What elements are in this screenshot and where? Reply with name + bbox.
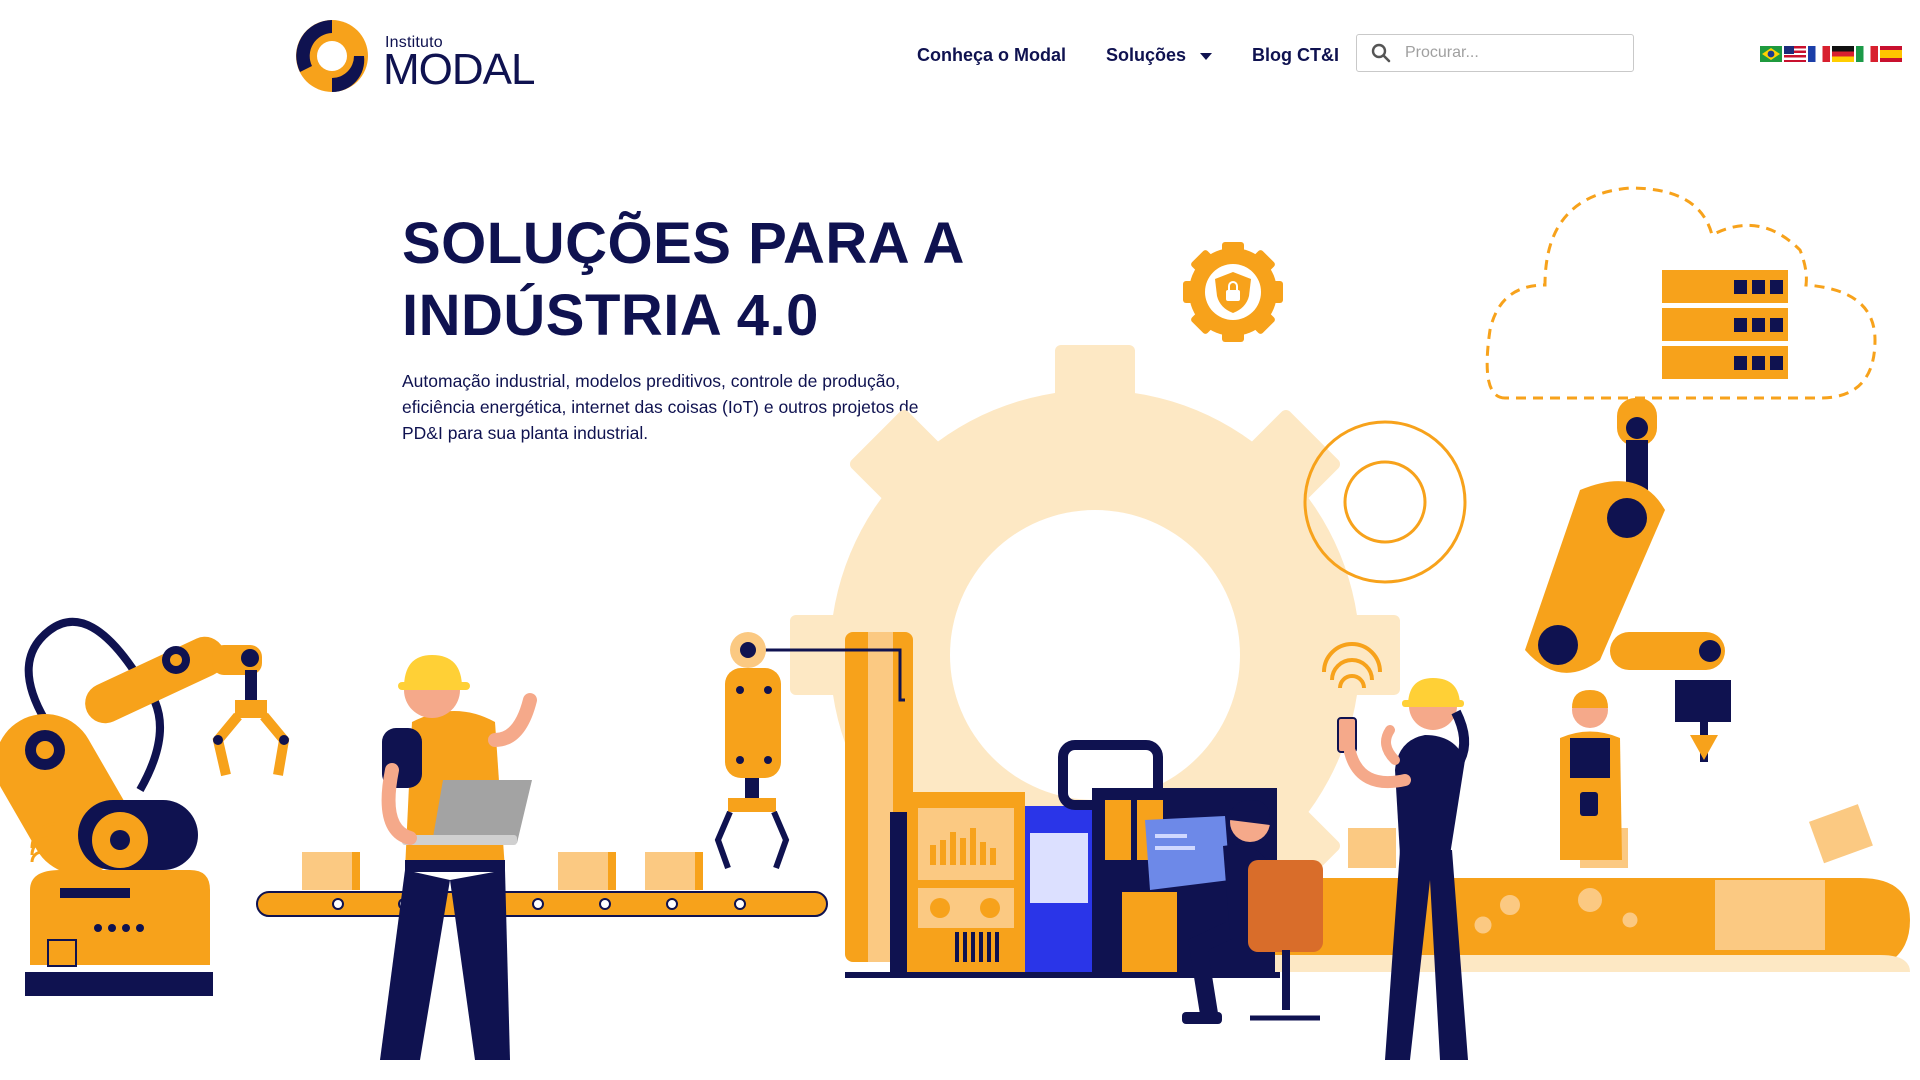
search-box — [1356, 34, 1634, 72]
usa-flag-icon[interactable] — [1784, 46, 1806, 62]
worker-with-laptop-icon — [380, 655, 537, 1060]
spain-flag-icon[interactable] — [1880, 46, 1902, 62]
nav-item-label: Blog CT&I — [1252, 44, 1340, 65]
caret-down-icon — [1200, 52, 1213, 60]
robot-arm-right-icon — [1525, 398, 1731, 762]
logo-mark-icon — [296, 20, 368, 93]
conveyor-left-icon — [256, 852, 828, 917]
robot-arm-left-icon — [0, 617, 290, 996]
main-nav: Conheça o Modal Soluções Blog CT&I — [917, 40, 1339, 70]
server-icon — [1662, 270, 1788, 379]
nav-item-blog[interactable]: Blog CT&I — [1252, 45, 1339, 66]
logo-big-text: MODAL — [383, 45, 535, 94]
industry-illustration — [0, 186, 1910, 1060]
france-flag-icon[interactable] — [1808, 46, 1830, 62]
nav-item-label: Soluções — [1106, 44, 1187, 65]
nav-item-label: Conheça o Modal — [917, 44, 1067, 65]
nav-item-solucoes[interactable]: Soluções — [1106, 44, 1213, 66]
nav-item-conheca[interactable]: Conheça o Modal — [917, 45, 1066, 66]
outline-gear-icon — [1303, 420, 1467, 584]
security-gear-icon — [1183, 242, 1283, 342]
brazil-flag-icon[interactable] — [1760, 46, 1782, 62]
language-selector — [1760, 46, 1904, 62]
worker-right-icon — [1560, 690, 1622, 860]
search-icon[interactable] — [1371, 43, 1391, 63]
logo[interactable]: Instituto MODAL — [290, 12, 535, 96]
italy-flag-icon[interactable] — [1856, 46, 1878, 62]
germany-flag-icon[interactable] — [1832, 46, 1854, 62]
search-input[interactable] — [1403, 43, 1627, 63]
